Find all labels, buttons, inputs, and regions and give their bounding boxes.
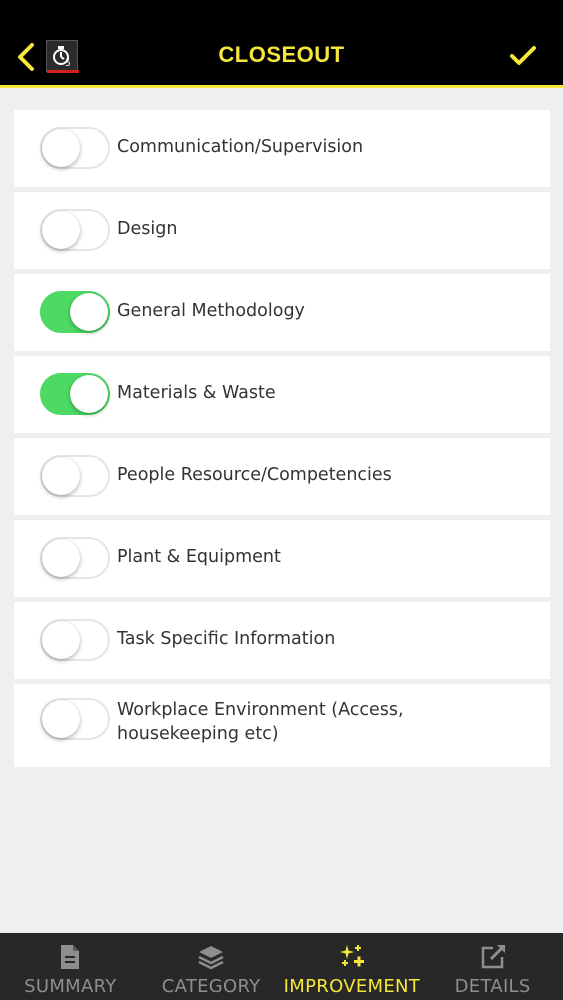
tab-label: DETAILS <box>454 976 531 997</box>
category-row: Design <box>14 192 550 269</box>
toggle-knob <box>42 539 80 577</box>
category-row: General Methodology <box>14 274 550 351</box>
toggle-knob <box>70 293 108 331</box>
category-toggle-list: Communication/Supervision Design General… <box>14 110 550 772</box>
category-toggle[interactable] <box>40 373 110 415</box>
category-row: Plant & Equipment <box>14 520 550 597</box>
category-label: Plant & Equipment <box>117 547 281 567</box>
tab-label: SUMMARY <box>24 976 117 997</box>
page-title: CLOSEOUT <box>218 42 345 67</box>
category-label: Design <box>117 219 178 239</box>
category-row: People Resource/Competencies <box>14 438 550 515</box>
toggle-knob <box>42 457 80 495</box>
tab-label: IMPROVEMENT <box>283 976 421 997</box>
category-label: Task Specific Information <box>117 629 336 649</box>
category-label: Materials & Waste <box>117 383 276 403</box>
checkmark-icon <box>510 46 536 65</box>
toggle-knob <box>42 621 80 659</box>
tab-label: CATEGORY <box>161 976 261 997</box>
category-label: Workplace Environment (Access, housekeep… <box>117 700 404 744</box>
sparkle-plus-icon <box>339 945 364 967</box>
category-label: Communication/Supervision <box>117 137 364 157</box>
tab-details[interactable]: DETAILS <box>422 933 563 1000</box>
toggle-knob <box>70 375 108 413</box>
category-label: People Resource/Competencies <box>117 465 392 485</box>
layers-icon <box>198 946 224 970</box>
toggle-knob <box>42 211 80 249</box>
category-row: Task Specific Information <box>14 602 550 679</box>
confirm-button[interactable] <box>507 40 539 72</box>
category-label: General Methodology <box>117 301 305 321</box>
category-row: Workplace Environment (Access, housekeep… <box>14 684 550 767</box>
category-toggle[interactable] <box>40 209 110 251</box>
category-toggle[interactable] <box>40 127 110 169</box>
category-row: Communication/Supervision <box>14 110 550 187</box>
toggle-knob <box>42 700 80 738</box>
category-toggle[interactable] <box>40 619 110 661</box>
category-row: Materials & Waste <box>14 356 550 433</box>
external-edit-icon <box>481 945 505 969</box>
document-icon <box>61 945 80 969</box>
top-bar: 5 CLOSEOUT <box>0 0 563 88</box>
toggle-knob <box>42 129 80 167</box>
category-toggle[interactable] <box>40 537 110 579</box>
category-toggle[interactable] <box>40 291 110 333</box>
bottom-tab-bar: SUMMARY CATEGORY IMPROVEMENT DETAILS <box>0 933 563 1000</box>
logo-accent-bar <box>47 70 79 73</box>
tab-category[interactable]: CATEGORY <box>141 933 282 1000</box>
tab-summary[interactable]: SUMMARY <box>0 933 141 1000</box>
tab-improvement[interactable]: IMPROVEMENT <box>282 933 423 1000</box>
category-toggle[interactable] <box>40 455 110 497</box>
category-toggle[interactable] <box>40 698 110 740</box>
